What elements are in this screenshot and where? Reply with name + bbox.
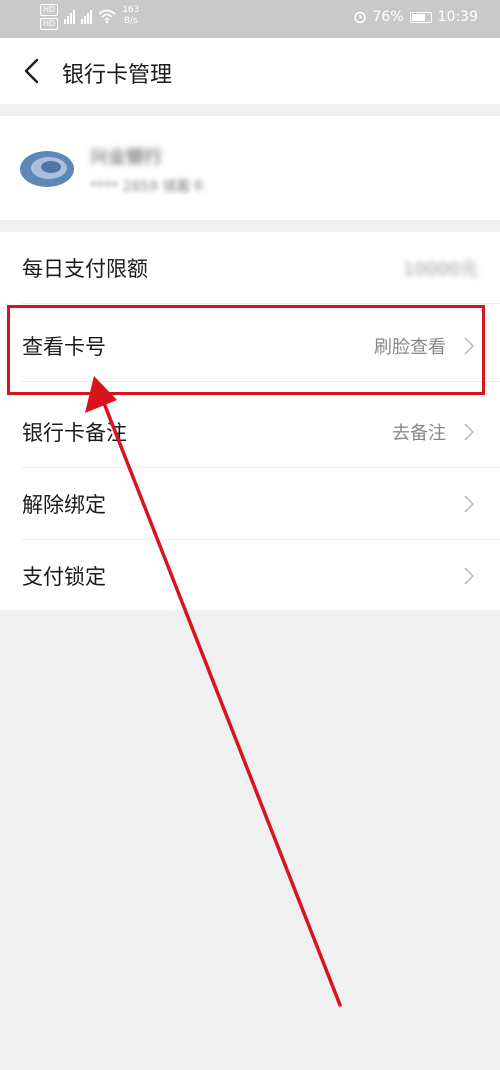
- page-title: 银行卡管理: [62, 63, 173, 88]
- chevron-right-icon: [464, 567, 474, 585]
- status-right-group: 76% 10:39: [353, 9, 478, 25]
- hd-badge: HD: [40, 4, 59, 16]
- payment-lock-label: 支付锁定: [22, 565, 106, 589]
- card-remark-label: 银行卡备注: [22, 421, 127, 445]
- unbind-card-row[interactable]: 解除绑定: [0, 468, 500, 540]
- hd-badge: HD: [40, 18, 59, 30]
- battery-fill: [411, 13, 425, 21]
- card-remark-row[interactable]: 银行卡备注 去备注: [0, 396, 500, 468]
- hd-badges: HD HD: [40, 4, 59, 30]
- divider: [22, 303, 500, 304]
- back-arrow-icon[interactable]: [18, 56, 48, 86]
- view-card-number-value: 刷脸查看: [374, 337, 446, 358]
- network-speed-unit: B/s: [123, 16, 138, 26]
- chevron-right-icon: [464, 337, 474, 355]
- nav-bar: 银行卡管理: [0, 38, 500, 104]
- divider: [22, 381, 500, 382]
- unbind-card-label: 解除绑定: [22, 493, 106, 517]
- alarm-icon: [353, 11, 366, 24]
- cell-signal-icon: [64, 8, 76, 24]
- status-left-group: HD HD 163 B/s: [40, 4, 139, 30]
- wifi-icon: [98, 9, 116, 24]
- battery-icon: [409, 11, 432, 23]
- chevron-right-icon: [464, 423, 474, 441]
- payment-lock-row[interactable]: 支付锁定: [0, 540, 500, 612]
- card-remark-value: 去备注: [392, 423, 446, 444]
- status-bar: HD HD 163 B/s 76% 10:39: [0, 0, 500, 38]
- view-card-number-row[interactable]: 查看卡号 刷脸查看: [0, 310, 500, 382]
- bank-logo-icon: [20, 151, 74, 187]
- bank-card-summary: 兴业银行 **** 2859 储蓄卡: [0, 116, 500, 220]
- card-info: **** 2859 储蓄卡: [90, 179, 205, 195]
- view-card-number-label: 查看卡号: [22, 335, 106, 359]
- battery-percent: 76%: [372, 9, 404, 25]
- bank-name: 兴业银行: [90, 147, 162, 168]
- daily-limit-label: 每日支付限额: [22, 257, 148, 281]
- clock: 10:39: [437, 9, 478, 25]
- daily-limit-row[interactable]: 每日支付限额 10000元: [0, 232, 500, 304]
- network-speed: 163 B/s: [122, 5, 139, 27]
- chevron-right-icon: [464, 495, 474, 513]
- daily-limit-value: 10000元: [402, 259, 478, 280]
- cell-signal-icon: [81, 8, 93, 24]
- network-speed-value: 163: [122, 5, 140, 15]
- settings-list: 每日支付限额 10000元 查看卡号 刷脸查看 银行卡备注 去备注 解除绑定 支…: [0, 232, 500, 610]
